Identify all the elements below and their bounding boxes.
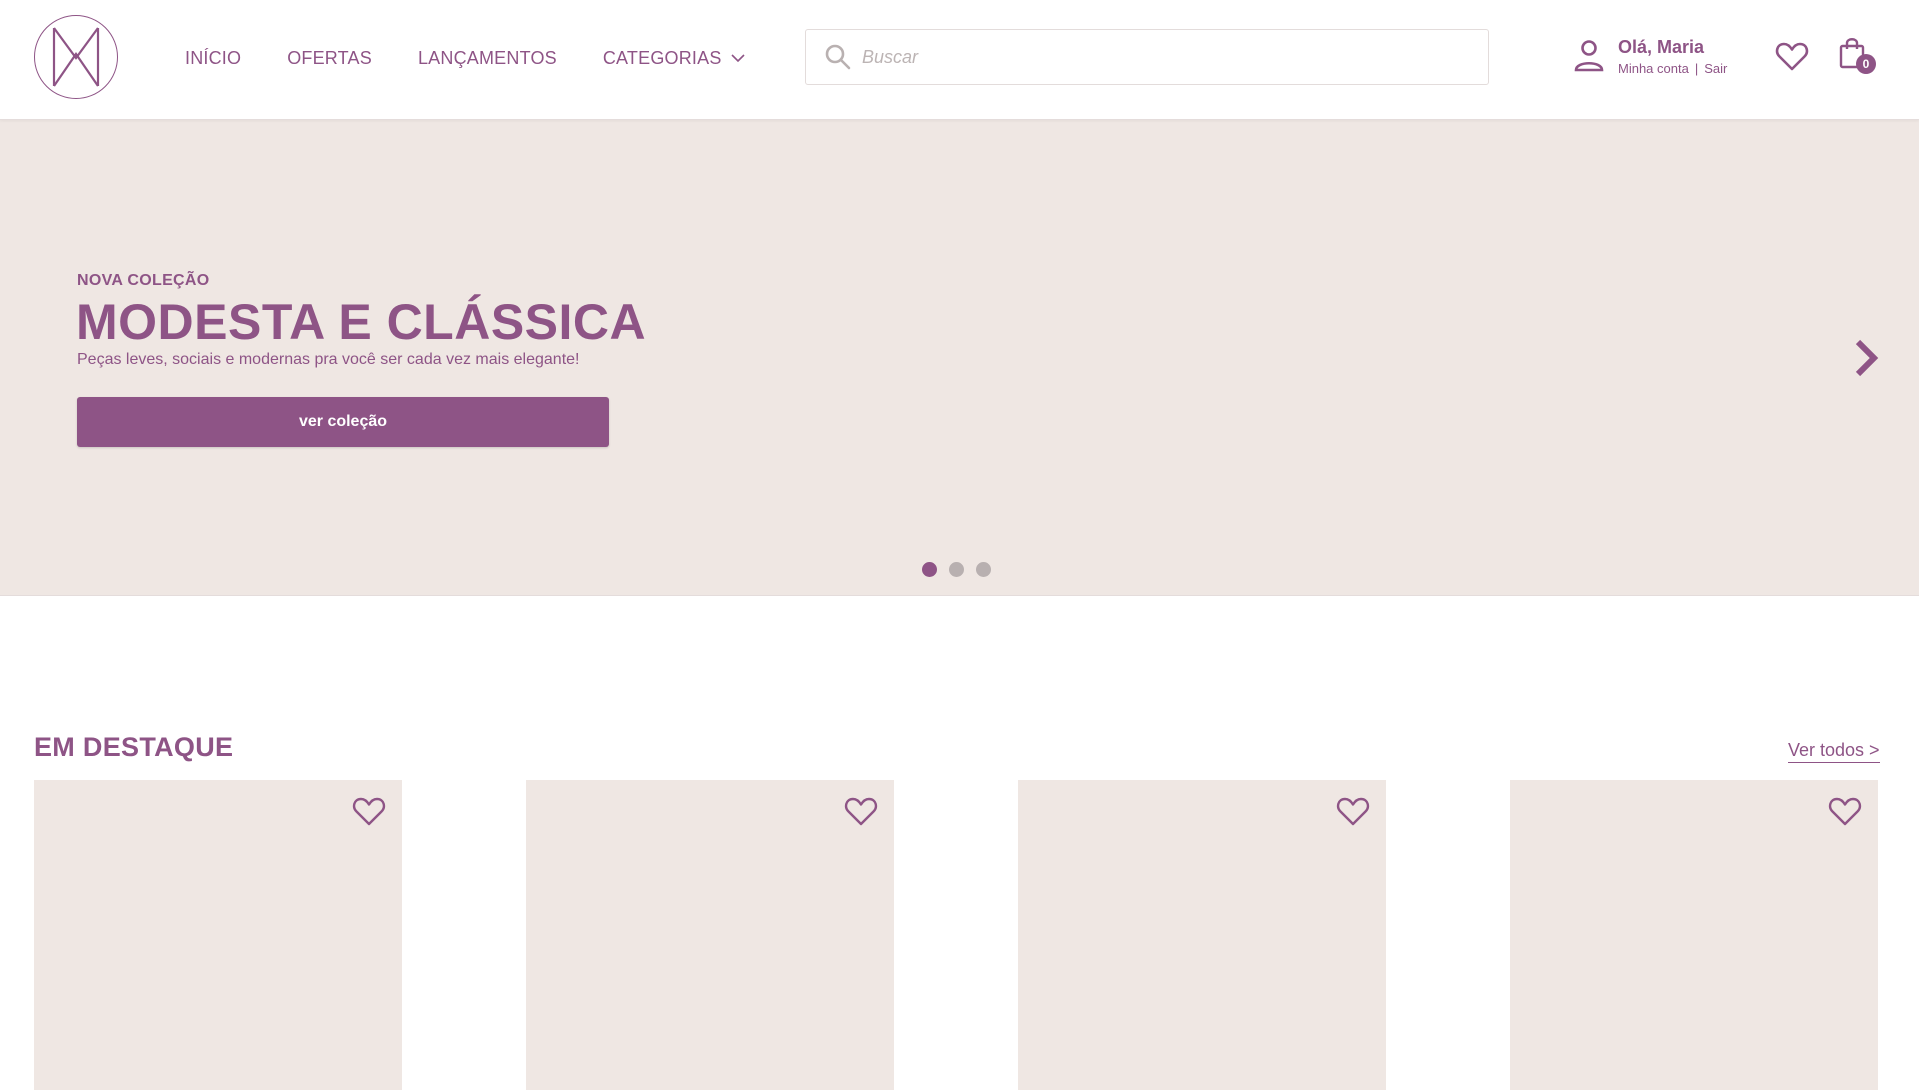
nav-item-label: LANÇAMENTOS xyxy=(417,48,557,68)
mm-monogram-logo-icon[interactable] xyxy=(34,15,118,99)
product-card[interactable] xyxy=(1510,780,1878,1090)
cart-button[interactable]: 0 xyxy=(1838,36,1876,74)
nav-item-categorias[interactable]: CATEGORIAS xyxy=(603,47,746,69)
site-header: INÍCIO OFERTAS LANÇAMENTOS CATEGORIAS Bu… xyxy=(0,0,1919,120)
nav-item-label: OFERTAS xyxy=(287,48,372,68)
nav-item-label: INÍCIO xyxy=(185,48,242,68)
chevron-right-icon[interactable] xyxy=(1850,336,1882,380)
nav-item-label: CATEGORIAS xyxy=(602,48,722,68)
heart-outline-icon[interactable] xyxy=(1828,795,1862,827)
search-icon[interactable] xyxy=(824,43,852,71)
featured-products xyxy=(34,780,1878,1090)
account-greeting: Olá, Maria xyxy=(1618,37,1705,57)
account-text: Olá, Maria Minha conta | Sair xyxy=(1618,36,1727,76)
logout-link[interactable]: Sair xyxy=(1704,61,1727,76)
carousel-dot-2[interactable] xyxy=(949,562,964,577)
cart-count-badge: 0 xyxy=(1856,54,1876,74)
nav-item-lancamentos[interactable]: LANÇAMENTOS xyxy=(418,47,557,69)
featured-section-title: EM DESTAQUE xyxy=(34,732,234,762)
product-card[interactable] xyxy=(1018,780,1386,1090)
carousel-dots xyxy=(922,562,991,577)
product-card[interactable] xyxy=(34,780,402,1090)
chevron-down-icon xyxy=(730,52,746,64)
search-input[interactable] xyxy=(862,46,1462,68)
hero-banner: NOVA COLEÇÃO MODESTA E CLÁSSICA Peças le… xyxy=(0,120,1919,596)
carousel-dot-1[interactable] xyxy=(922,562,937,577)
main-nav: INÍCIO OFERTAS LANÇAMENTOS CATEGORIAS xyxy=(185,47,746,69)
nav-item-inicio[interactable]: INÍCIO xyxy=(185,47,241,69)
my-account-link[interactable]: Minha conta xyxy=(1618,61,1689,76)
heart-outline-icon[interactable] xyxy=(844,795,878,827)
search-bar xyxy=(805,29,1489,85)
heart-outline-icon[interactable] xyxy=(352,795,386,827)
account-links: Minha conta | Sair xyxy=(1618,61,1727,76)
product-card[interactable] xyxy=(526,780,894,1090)
account-menu[interactable]: Olá, Maria Minha conta | Sair xyxy=(1572,36,1727,76)
hero-eyebrow: NOVA COLEÇÃO xyxy=(77,272,210,289)
nav-item-ofertas[interactable]: OFERTAS xyxy=(287,47,372,69)
wishlist-heart-icon[interactable] xyxy=(1775,40,1809,72)
view-collection-button[interactable]: ver coleção xyxy=(77,397,609,447)
heart-outline-icon[interactable] xyxy=(1336,795,1370,827)
carousel-dot-3[interactable] xyxy=(976,562,991,577)
user-icon[interactable] xyxy=(1572,37,1606,75)
hero-title: MODESTA E CLÁSSICA xyxy=(76,294,647,350)
hero-subtitle: Peças leves, sociais e modernas pra você… xyxy=(77,351,580,368)
see-all-link[interactable]: Ver todos > xyxy=(1788,740,1880,763)
account-links-separator: | xyxy=(1694,61,1699,76)
